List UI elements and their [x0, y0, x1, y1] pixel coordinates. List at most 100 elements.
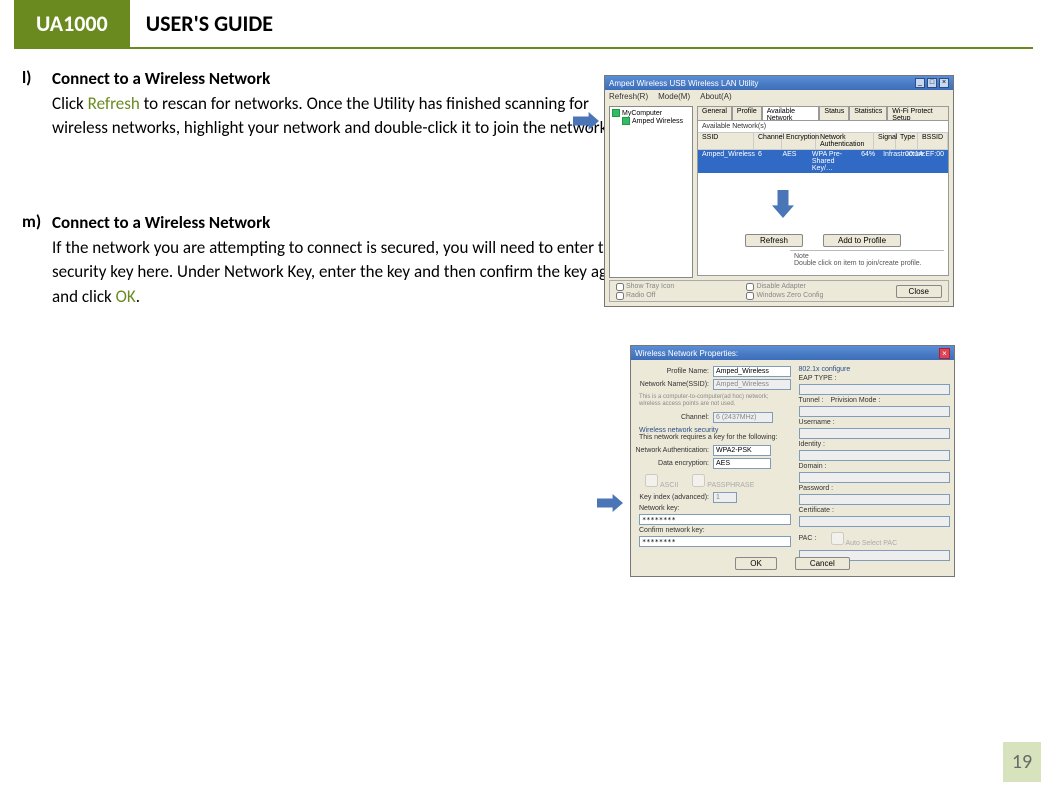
col-auth: Network Authentication — [816, 133, 874, 149]
tunnel-label: Tunnel : — [795, 397, 829, 404]
menu-about[interactable]: About(A) — [700, 92, 732, 101]
tab-general[interactable]: General — [697, 106, 732, 120]
window-buttons: _ □ × — [915, 78, 949, 88]
tab-wps[interactable]: Wi-Fi Protect Setup — [887, 106, 949, 120]
properties-titlebar: Wireless Network Properties: × — [631, 346, 954, 360]
auth-select[interactable]: WPA2-PSK — [713, 445, 771, 456]
eap-type-label: EAP TYPE : — [795, 375, 843, 382]
utility-tabs: General Profile Available Network Status… — [697, 106, 949, 120]
section-l-text-1: Click — [52, 93, 88, 114]
row-bssid: 00:1A:EF:00 — [901, 150, 948, 173]
username-input — [799, 428, 951, 439]
enc-label: Data encryption: — [635, 460, 713, 467]
username-label: Username : — [795, 419, 855, 426]
enc-select[interactable]: AES — [713, 458, 771, 469]
refresh-word: Refresh — [88, 93, 140, 114]
chk-zero-config[interactable]: Windows Zero Config — [746, 292, 823, 300]
section-l-title: Connect to a Wireless Network — [52, 67, 632, 92]
domain-input — [799, 472, 951, 483]
row-enc: AES — [778, 150, 807, 173]
note-text: Double click on item to join/create prof… — [794, 260, 940, 267]
computer-icon — [612, 109, 620, 117]
page-number: 19 — [1003, 742, 1041, 782]
checkbox-icon — [831, 532, 844, 545]
identity-input — [799, 450, 951, 461]
available-networks-label: Available Network(s) — [698, 121, 948, 132]
ok-button[interactable]: OK — [735, 557, 777, 570]
utility-titlebar: Amped Wireless USB Wireless LAN Utility … — [605, 76, 953, 90]
utility-bottom-bar: Show Tray Icon Radio Off Disable Adapter… — [609, 280, 949, 302]
tree-root: MyComputer — [622, 110, 662, 117]
ascii-checkbox: ASCII — [641, 471, 682, 490]
tab-statistics[interactable]: Statistics — [849, 106, 887, 120]
note-title: Note — [794, 253, 940, 260]
row-type: Infrastructure — [879, 150, 901, 173]
row-auth: WPA Pre-Shared Key/… — [808, 150, 857, 173]
tab-status[interactable]: Status — [819, 106, 849, 120]
col-encryption: Encryption — [782, 133, 816, 149]
tab-profile[interactable]: Profile — [732, 106, 762, 120]
refresh-button[interactable]: Refresh — [745, 234, 803, 247]
checkbox-icon — [692, 474, 705, 487]
certificate-label: Certificate : — [795, 507, 855, 514]
chk-disable-adapter[interactable]: Disable Adapter — [746, 283, 823, 291]
close-button[interactable]: Close — [896, 285, 942, 298]
profile-name-input[interactable]: Amped_Wireless — [713, 366, 791, 377]
key-index-select: 1 — [713, 492, 737, 503]
ok-word: OK — [116, 286, 136, 307]
network-key-input[interactable]: ******** — [639, 514, 791, 525]
chk-show-tray[interactable]: Show Tray Icon — [616, 283, 674, 291]
section-m-label: m) — [20, 211, 52, 232]
auto-select-pac-checkbox: Auto Select PAC — [827, 529, 902, 548]
col-bssid: BSSID — [918, 133, 948, 149]
domain-label: Domain : — [795, 463, 855, 470]
tree-child: Amped Wireless — [632, 118, 683, 125]
pac-label: PAC : — [799, 535, 823, 542]
checkbox-icon[interactable] — [616, 283, 624, 291]
section-m-title: Connect to a Wireless Network — [52, 211, 632, 236]
minimize-icon[interactable]: _ — [915, 78, 925, 88]
network-row-selected[interactable]: Amped_Wireless 6 AES WPA Pre-Shared Key/… — [698, 150, 948, 173]
confirm-key-input[interactable]: ******** — [639, 536, 791, 547]
certificate-select — [799, 516, 951, 527]
identity-label: Identity : — [795, 441, 855, 448]
security-section-title: Wireless network security — [635, 425, 791, 434]
section-m-text-2: . — [136, 286, 140, 307]
channel-select: 6 (2437MHz) — [713, 412, 773, 423]
properties-title: Wireless Network Properties: — [635, 349, 738, 358]
tunnel-select — [799, 406, 951, 417]
row-ssid: Amped_Wireless — [698, 150, 754, 173]
col-ssid: SSID — [698, 133, 754, 149]
checkbox-icon[interactable] — [746, 292, 754, 300]
brand-badge: UA1000 — [14, 0, 130, 47]
profile-name-label: Profile Name: — [635, 368, 713, 375]
ssid-label: Network Name(SSID): — [635, 381, 713, 388]
8021x-title: 802.1x configure — [795, 364, 951, 373]
menu-refresh[interactable]: Refresh(R) — [609, 92, 648, 101]
add-to-profile-button[interactable]: Add to Profile — [823, 234, 901, 247]
ssid-input: Amped_Wireless — [713, 379, 791, 390]
guide-title: USER'S GUIDE — [130, 0, 289, 47]
screenshot-properties-dialog: Wireless Network Properties: × Profile N… — [630, 345, 955, 577]
col-channel: Channel — [754, 133, 782, 149]
adhoc-hint: This is a computer-to-computer(ad hoc) n… — [635, 392, 791, 410]
channel-label: Channel: — [635, 414, 713, 421]
eap-type-select — [799, 384, 951, 395]
cancel-button[interactable]: Cancel — [795, 557, 850, 570]
col-signal: Signal — [874, 133, 896, 149]
maximize-icon[interactable]: □ — [927, 78, 937, 88]
available-network-panel: Available Network(s) SSID Channel Encryp… — [697, 120, 949, 276]
checkbox-icon[interactable] — [746, 283, 754, 291]
key-index-label: Key index (advanced): — [635, 494, 713, 501]
close-icon[interactable]: × — [939, 78, 949, 88]
chk-radio-off[interactable]: Radio Off — [616, 292, 674, 300]
panel-note: Note Double click on item to join/create… — [790, 250, 944, 269]
security-req-text: This network requires a key for the foll… — [635, 434, 791, 443]
confirm-key-label: Confirm network key: — [635, 527, 791, 534]
checkbox-icon[interactable] — [616, 292, 624, 300]
device-tree[interactable]: MyComputer Amped Wireless — [609, 106, 693, 278]
menu-mode[interactable]: Mode(M) — [658, 92, 690, 101]
network-list-header: SSID Channel Encryption Network Authenti… — [698, 132, 948, 150]
close-icon[interactable]: × — [939, 348, 950, 359]
tab-available-network[interactable]: Available Network — [762, 106, 820, 120]
